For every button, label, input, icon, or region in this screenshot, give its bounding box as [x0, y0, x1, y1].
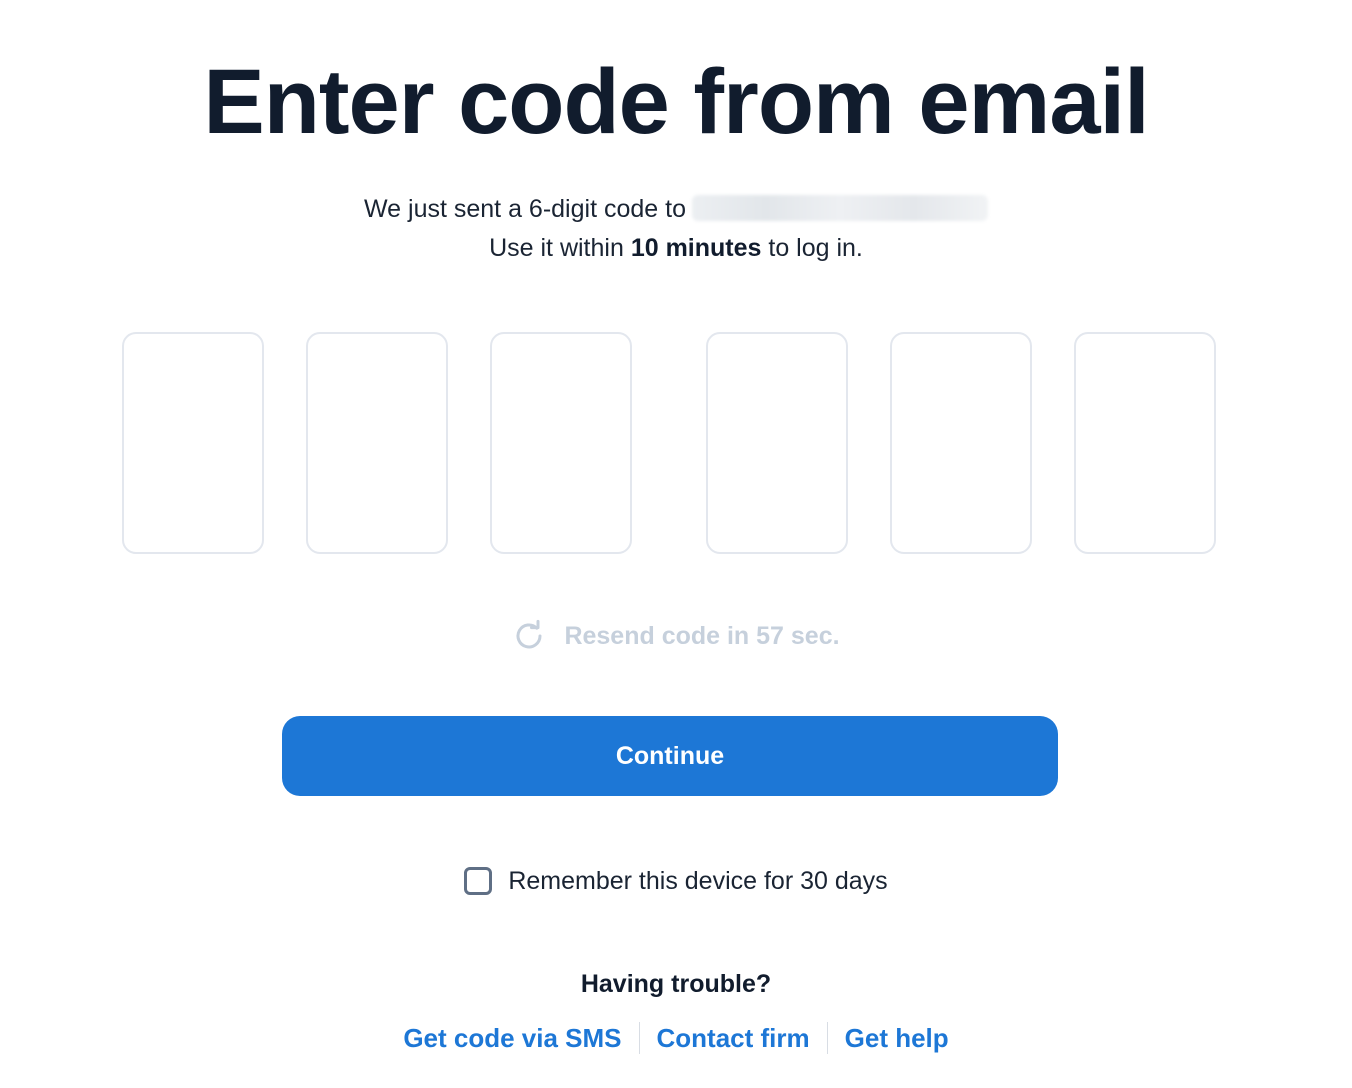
resend-label: Resend code in 57 sec.	[564, 621, 840, 650]
contact-firm-link[interactable]: Contact firm	[640, 1023, 827, 1054]
remember-device-label[interactable]: Remember this device for 30 days	[508, 867, 887, 896]
page-title: Enter code from email	[203, 51, 1149, 153]
expiry-suffix: to log in.	[768, 234, 863, 262]
code-digit-input-4[interactable]	[706, 332, 848, 554]
code-digit-input-5[interactable]	[890, 332, 1032, 554]
code-digit-input-2[interactable]	[306, 332, 448, 554]
code-digit-input-1[interactable]	[122, 332, 264, 554]
sent-text: We just sent a 6-digit code to	[364, 195, 686, 223]
expiry-message: Use it within 10 minutes to log in.	[0, 231, 1352, 265]
having-trouble-heading: Having trouble?	[580, 970, 772, 998]
expiry-prefix: Use it within	[489, 234, 624, 262]
redacted-email	[691, 195, 988, 222]
sent-message: We just sent a 6-digit code to	[0, 192, 1352, 226]
help-links: Get code via SMS Contact firm Get help	[0, 1018, 1352, 1058]
continue-button[interactable]: Continue	[282, 716, 1058, 796]
code-digit-input-3[interactable]	[490, 332, 632, 554]
remember-device-row[interactable]: Remember this device for 30 days	[0, 860, 1352, 902]
get-help-link[interactable]: Get help	[828, 1023, 966, 1054]
resend-code-button[interactable]: Resend code in 57 sec.	[0, 616, 1352, 656]
get-code-via-sms-link[interactable]: Get code via SMS	[386, 1023, 638, 1054]
expiry-duration: 10 minutes	[630, 234, 762, 262]
refresh-icon	[512, 619, 546, 653]
code-digit-input-6[interactable]	[1074, 332, 1216, 554]
remember-device-checkbox[interactable]	[464, 867, 493, 895]
